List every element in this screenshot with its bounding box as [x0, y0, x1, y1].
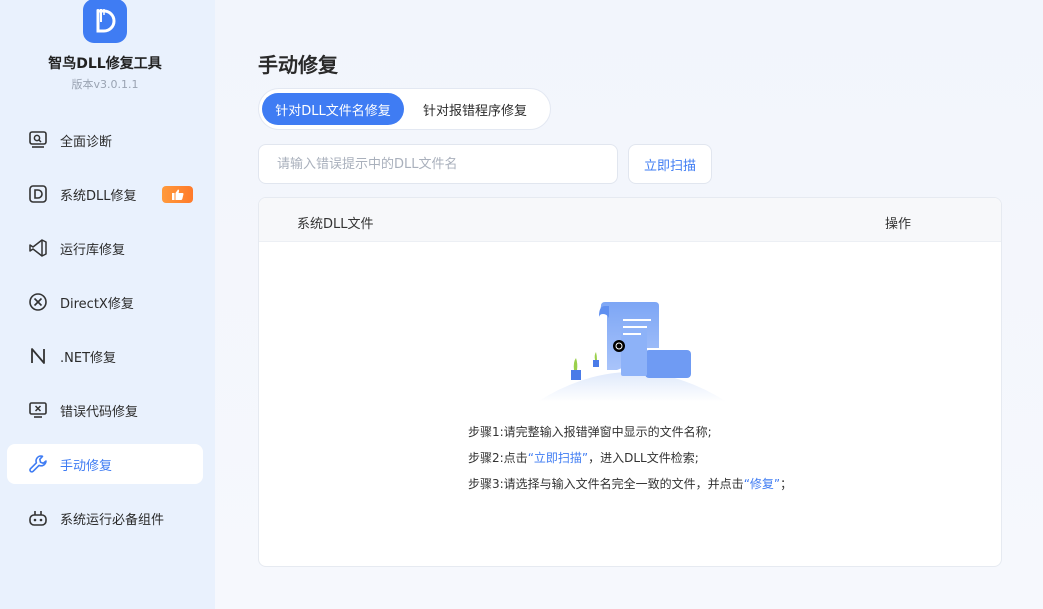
sidebar-item-label: DirectX修复: [60, 297, 134, 312]
sidebar: 智鸟DLL修复工具 版本v3.0.1.1 全面诊断 系统DLL修复 运行库修复 …: [0, 0, 215, 609]
sidebar-item-components[interactable]: 系统运行必备组件: [7, 498, 203, 538]
sidebar-item-label: 运行库修复: [60, 243, 126, 258]
tab-dll-filename[interactable]: 针对DLL文件名修复: [262, 93, 404, 125]
step-3: 步骤3:请选择与输入文件名完全一致的文件，并点击“修复”；: [468, 477, 792, 503]
thumbs-up-icon: [162, 186, 193, 203]
sidebar-item-error-code[interactable]: 错误代码修复: [7, 390, 203, 430]
sidebar-item-label: 全面诊断: [60, 135, 113, 150]
repair-link[interactable]: “修复”: [744, 477, 780, 491]
error-code-icon: [28, 400, 48, 420]
dll-results-table: 系统DLL文件 操作 步骤1:请完整输入报错弹窗中显示的文件名称; 步骤2:点击…: [258, 197, 1002, 567]
runtime-icon: [28, 238, 48, 258]
dll-filename-input[interactable]: [258, 144, 618, 184]
app-logo: [83, 0, 127, 43]
sidebar-item-label: 系统DLL修复: [60, 189, 137, 204]
sidebar-item-label: 错误代码修复: [60, 405, 139, 420]
instructions: 步骤1:请完整输入报错弹窗中显示的文件名称; 步骤2:点击“立即扫描”，进入DL…: [468, 425, 792, 503]
app-version: 版本v3.0.1.1: [71, 78, 139, 91]
column-header-action: 操作: [885, 217, 912, 232]
sidebar-item-directx[interactable]: DirectX修复: [7, 282, 203, 322]
diagnose-icon: [28, 130, 48, 150]
step-1: 步骤1:请完整输入报错弹窗中显示的文件名称;: [468, 425, 712, 439]
scan-now-button[interactable]: 立即扫描: [628, 144, 712, 184]
sidebar-item-label: 系统运行必备组件: [60, 513, 165, 528]
scan-now-link[interactable]: “立即扫描”: [528, 451, 588, 465]
directx-icon: [28, 292, 48, 312]
app-name: 智鸟DLL修复工具: [48, 56, 162, 72]
sidebar-item-full-diagnosis[interactable]: 全面诊断: [7, 120, 203, 160]
sidebar-item-label: .NET修复: [60, 351, 117, 366]
dotnet-icon: [28, 346, 48, 366]
column-header-dll-file: 系统DLL文件: [297, 217, 374, 232]
sidebar-item-runtime[interactable]: 运行库修复: [7, 228, 203, 268]
page-title: 手动修复: [258, 53, 338, 77]
repair-mode-tabs: 针对DLL文件名修复 针对报错程序修复: [258, 88, 551, 130]
step-2: 步骤2:点击“立即扫描”，进入DLL文件检索;: [468, 451, 792, 477]
tab-error-program[interactable]: 针对报错程序修复: [409, 93, 541, 125]
step-3-prefix: 步骤3:请选择与输入文件名完全一致的文件，并点击: [468, 477, 744, 491]
step-2-suffix: ，进入DLL文件检索;: [588, 451, 699, 465]
wrench-icon: [28, 454, 48, 474]
sidebar-item-system-dll[interactable]: 系统DLL修复: [7, 174, 203, 214]
empty-state-illustration: [537, 302, 727, 402]
step-3-suffix: ；: [780, 477, 793, 491]
table-header: 系统DLL文件 操作: [259, 198, 1001, 242]
step-2-prefix: 步骤2:点击: [468, 451, 528, 465]
sidebar-item-label: 手动修复: [60, 459, 113, 474]
components-icon: [28, 508, 48, 528]
sidebar-item-dotnet[interactable]: .NET修复: [7, 336, 203, 376]
dll-icon: [28, 184, 48, 204]
sidebar-item-manual-repair[interactable]: 手动修复: [7, 444, 203, 484]
